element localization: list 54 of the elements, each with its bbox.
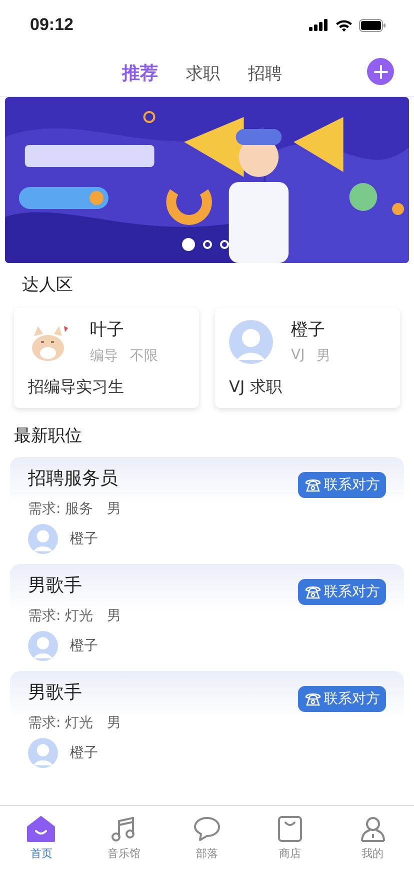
- avatar-icon: [229, 320, 273, 364]
- job-gender: 男: [107, 500, 122, 518]
- nav-tab[interactable]: 推荐: [118, 59, 162, 87]
- talent-card[interactable]: 叶子 编导 不限 招编导实习生: [14, 308, 199, 408]
- poster-name: 橙子: [70, 530, 98, 548]
- nav-tab[interactable]: 招聘: [244, 59, 286, 87]
- speech-bubble-icon: [192, 816, 221, 842]
- wifi-icon: [335, 18, 353, 32]
- talent-tag: VJ: [291, 347, 305, 365]
- job-title: 招聘服务员: [28, 467, 118, 490]
- nav-tab[interactable]: 求职: [182, 59, 224, 87]
- carousel-dot[interactable]: [203, 240, 212, 249]
- job-title: 男歌手: [28, 681, 82, 704]
- avatar-icon: [28, 631, 58, 661]
- job-gender: 男: [107, 714, 122, 732]
- talent-tag: 男: [316, 347, 331, 365]
- job-title: 男歌手: [28, 574, 82, 597]
- add-button[interactable]: [367, 58, 394, 85]
- job-requirement: 需求: 灯光: [28, 607, 94, 625]
- job-requirement: 需求: 灯光: [28, 714, 94, 732]
- phone-icon: [304, 477, 322, 493]
- tab-bar-item[interactable]: 首页: [11, 816, 72, 861]
- talent-description: 招编导实习生: [28, 377, 125, 398]
- avatar-icon: [28, 524, 58, 554]
- tab-bar-item[interactable]: 音乐馆: [94, 816, 154, 861]
- section-title: 达人区: [21, 274, 74, 297]
- avatar-icon: [28, 738, 58, 768]
- talent-card[interactable]: 橙子 VJ 男 VJ 求职: [215, 308, 400, 408]
- person-icon: [358, 816, 387, 842]
- job-gender: 男: [107, 607, 122, 625]
- contact-button[interactable]: 联系对方: [298, 579, 386, 605]
- shopping-bag-icon: [276, 816, 304, 842]
- phone-icon: [304, 691, 322, 707]
- poster-name: 橙子: [70, 637, 98, 655]
- battery-icon: [359, 18, 386, 32]
- home-icon: [27, 816, 56, 842]
- tab-bar-item[interactable]: 商店: [260, 816, 320, 861]
- talent-tag: 编导: [90, 347, 118, 365]
- section-title: 最新职位: [13, 425, 83, 448]
- phone-icon: [304, 584, 322, 600]
- tab-bar-item[interactable]: 我的: [342, 816, 403, 861]
- tab-bar-item[interactable]: 部落: [176, 816, 237, 861]
- talent-description: VJ 求职: [229, 377, 283, 398]
- carousel-dot[interactable]: [220, 240, 229, 249]
- plus-icon: [374, 64, 388, 78]
- contact-button[interactable]: 联系对方: [298, 686, 386, 712]
- poster-name: 橙子: [70, 744, 98, 762]
- status-time: 09:12: [30, 15, 74, 35]
- talent-name: 叶子: [90, 319, 125, 341]
- talent-tag: 不限: [130, 347, 158, 365]
- talent-name: 橙子: [291, 319, 326, 341]
- signal-icon: [309, 19, 329, 31]
- contact-button[interactable]: 联系对方: [298, 472, 386, 498]
- job-requirement: 需求: 服务: [28, 500, 94, 518]
